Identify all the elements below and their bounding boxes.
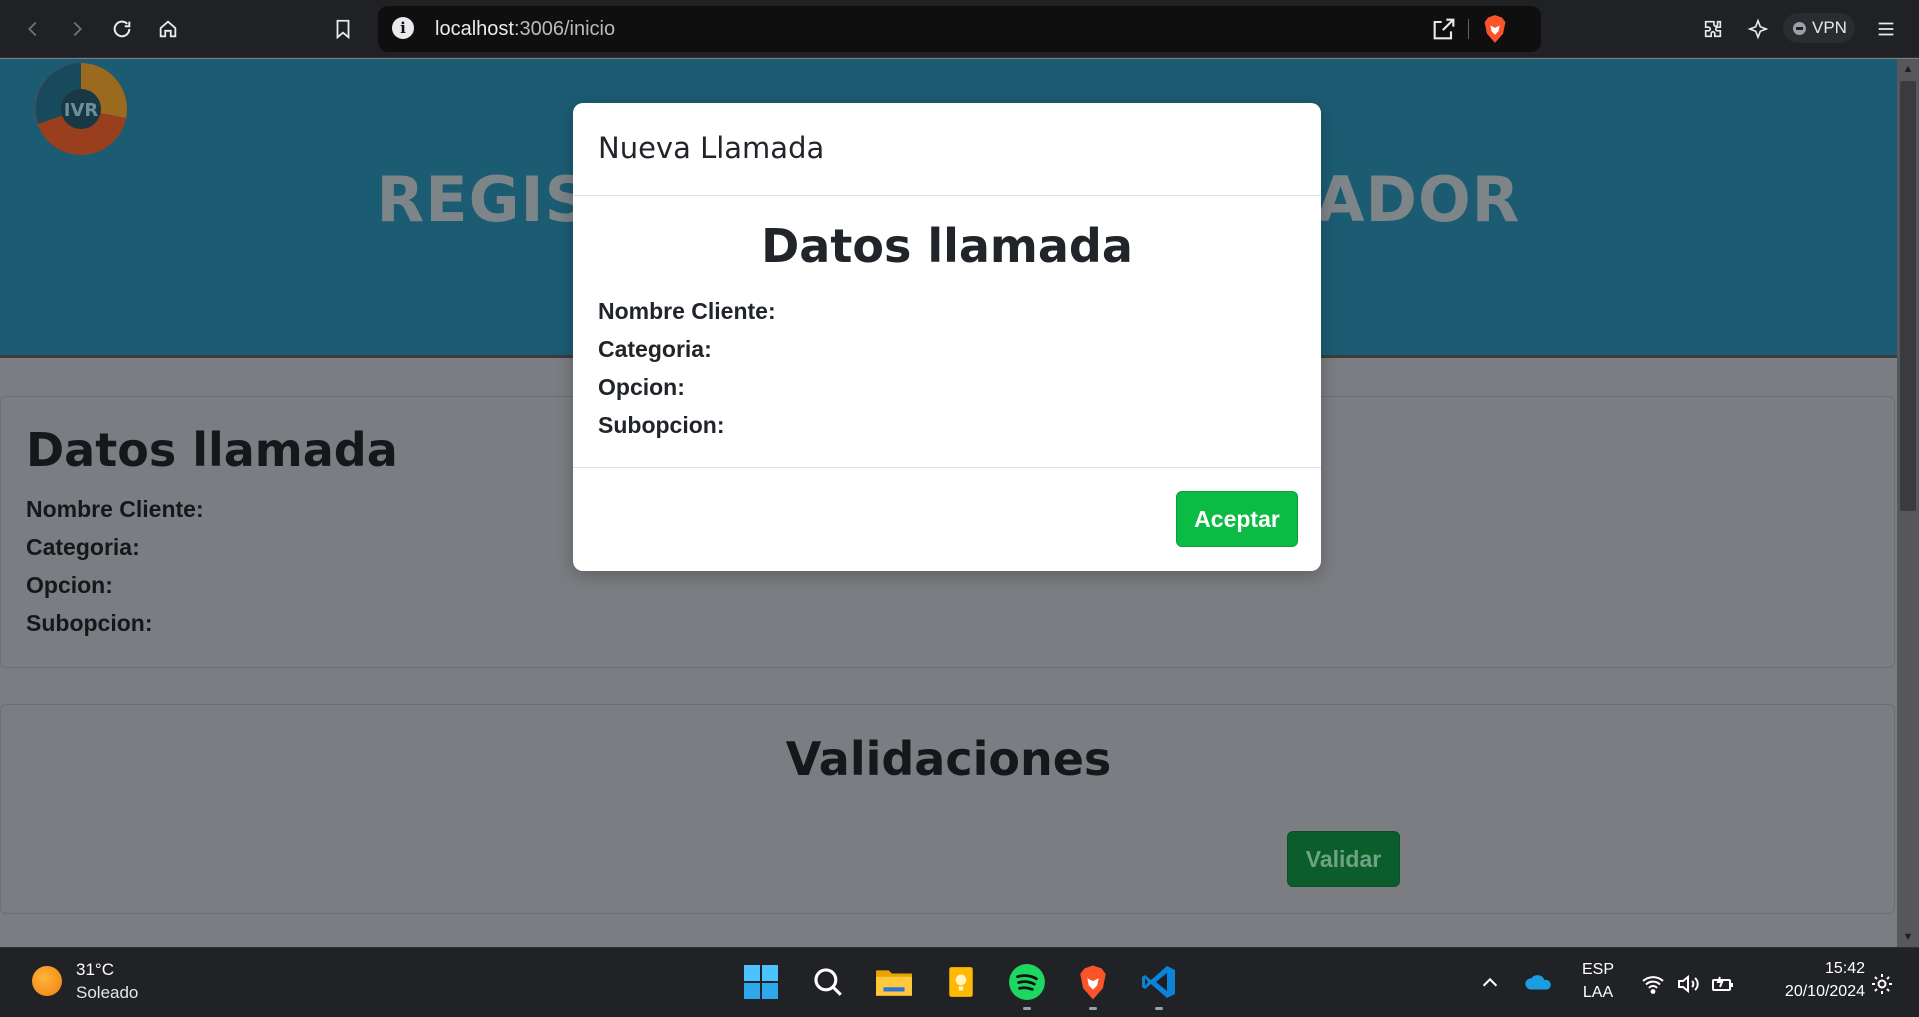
onedrive-icon[interactable]	[1524, 972, 1551, 996]
nueva-llamada-modal: Nueva Llamada Datos llamada Nombre Clien…	[573, 103, 1321, 571]
page-scrollbar[interactable]: ▲ ▼	[1897, 59, 1919, 947]
search-icon[interactable]	[808, 962, 848, 1002]
forward-arrow-icon[interactable]	[59, 11, 95, 47]
brave-shields-icon[interactable]	[1481, 14, 1509, 44]
windows-taskbar: 31°C Soleado ESP LAA 15:42 20/10/2024	[0, 947, 1919, 1017]
field-categoria: Categoria:	[26, 534, 140, 560]
ivr-logo: IVR	[35, 63, 127, 155]
extensions-icon[interactable]	[1695, 11, 1731, 47]
field-subopcion: Subopcion:	[26, 610, 153, 636]
validaciones-card: Validaciones Validar	[0, 704, 1895, 914]
modal-footer-divider	[573, 467, 1321, 468]
vpn-status-icon	[1793, 21, 1806, 35]
aceptar-button[interactable]: Aceptar	[1176, 491, 1298, 547]
keyboard-layout[interactable]: LAA	[1579, 984, 1617, 1002]
field-nombre-cliente: Nombre Cliente:	[26, 496, 204, 522]
notes-icon[interactable]	[941, 962, 981, 1002]
vpn-button[interactable]: VPN	[1783, 13, 1855, 43]
modal-field-opcion: Opcion:	[598, 374, 685, 400]
browser-toolbar: i localhost:3006/inicio VPN	[0, 0, 1919, 58]
site-info-icon[interactable]: i	[392, 17, 414, 39]
modal-field-categoria: Categoria:	[598, 336, 712, 362]
spotify-running-indicator	[1023, 1007, 1031, 1010]
address-bar[interactable]: i localhost:3006/inicio	[378, 6, 1541, 52]
sun-icon[interactable]	[32, 966, 62, 996]
wifi-icon[interactable]	[1641, 972, 1667, 996]
home-icon[interactable]	[150, 11, 186, 47]
modal-body-title: Datos llamada	[761, 219, 1133, 273]
notification-settings-icon[interactable]	[1870, 972, 1896, 996]
weather-temperature[interactable]: 31°C	[76, 960, 114, 980]
vpn-label: VPN	[1812, 18, 1847, 37]
card-title: Datos llamada	[26, 423, 398, 477]
file-explorer-icon[interactable]	[874, 962, 914, 1002]
menu-icon[interactable]	[1868, 11, 1904, 47]
vscode-icon[interactable]	[1139, 962, 1179, 1002]
scroll-thumb[interactable]	[1900, 81, 1916, 511]
bookmark-icon[interactable]	[325, 11, 361, 47]
validaciones-title: Validaciones	[785, 732, 1112, 786]
share-icon[interactable]	[1430, 15, 1458, 43]
back-arrow-icon[interactable]	[15, 11, 51, 47]
volume-icon[interactable]	[1676, 972, 1702, 996]
scroll-down-arrow-icon[interactable]: ▼	[1897, 927, 1919, 947]
modal-header: Nueva Llamada	[573, 103, 1321, 196]
modal-field-subopcion: Subopcion:	[598, 412, 725, 438]
chevron-up-icon[interactable]	[1479, 972, 1505, 996]
windows-start-icon[interactable]	[741, 962, 781, 1002]
spotify-icon[interactable]	[1007, 962, 1047, 1002]
validar-button[interactable]: Validar	[1287, 831, 1400, 887]
address-bar-divider	[1468, 19, 1469, 39]
weather-description[interactable]: Soleado	[76, 983, 138, 1003]
svg-text:IVR: IVR	[64, 100, 99, 121]
reload-icon[interactable]	[104, 11, 140, 47]
clock-date[interactable]: 20/10/2024	[1755, 983, 1865, 1001]
field-opcion: Opcion:	[26, 572, 113, 598]
modal-title: Nueva Llamada	[598, 131, 825, 165]
modal-field-nombre-cliente: Nombre Cliente:	[598, 298, 776, 324]
language-code[interactable]: ESP	[1579, 961, 1617, 979]
brave-browser-icon[interactable]	[1073, 962, 1113, 1002]
scroll-up-arrow-icon[interactable]: ▲	[1897, 59, 1919, 79]
url-text[interactable]: localhost:3006/inicio	[435, 18, 615, 41]
clock-time[interactable]: 15:42	[1755, 960, 1865, 978]
vscode-running-indicator	[1155, 1007, 1163, 1010]
leo-ai-icon[interactable]	[1740, 11, 1776, 47]
battery-charging-icon[interactable]	[1711, 972, 1737, 996]
brave-running-indicator	[1089, 1007, 1097, 1010]
